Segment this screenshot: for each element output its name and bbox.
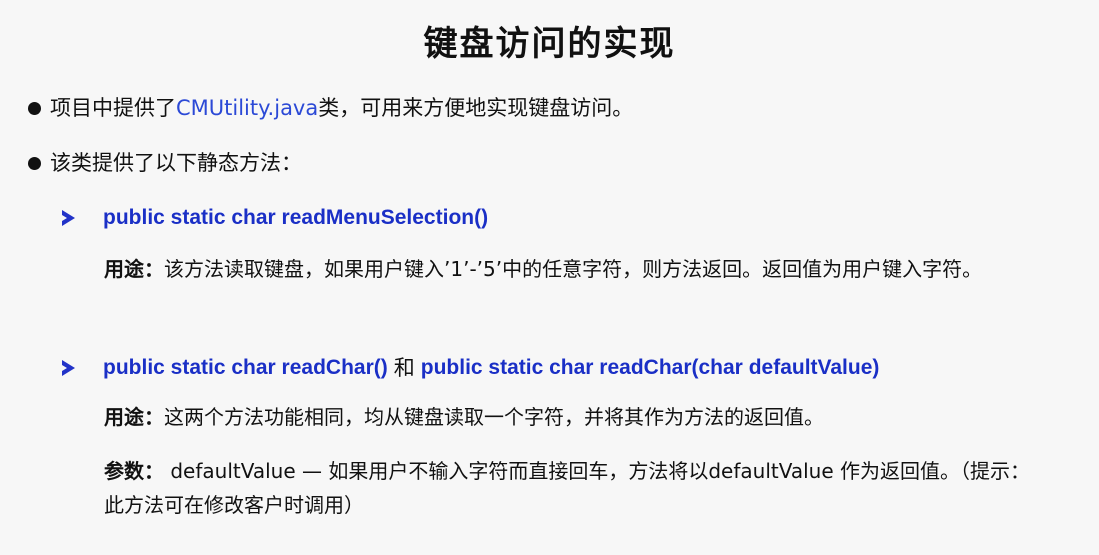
- param-text: defaultValue — 如果用户不输入字符而直接回车，方法将以defaul…: [104, 459, 1031, 517]
- method-signature-a: public static char readChar(): [103, 356, 388, 379]
- bullet-static-methods: 该类提供了以下静态方法：: [28, 149, 302, 177]
- method-usage-paragraph-2: 用途：这两个方法功能相同，均从键盘读取一个字符，并将其作为方法的返回值。: [104, 400, 1044, 434]
- param-label: 参数：: [104, 459, 164, 483]
- method-read-menu-selection: public static char readMenuSelection(): [62, 204, 488, 232]
- usage-label: 用途：: [104, 257, 164, 281]
- usage-text: 该方法读取键盘，如果用户键入’1’-’5’中的任意字符，则方法返回。返回值为用户…: [164, 257, 983, 281]
- bullet-dot-icon: [28, 101, 41, 115]
- method-param-paragraph: 参数： defaultValue — 如果用户不输入字符而直接回车，方法将以de…: [104, 454, 1044, 522]
- method-usage-paragraph: 用途：该方法读取键盘，如果用户键入’1’-’5’中的任意字符，则方法返回。返回值…: [104, 252, 1044, 286]
- method-signature: public static char readMenuSelection(): [103, 206, 489, 229]
- usage-text: 这两个方法功能相同，均从键盘读取一个字符，并将其作为方法的返回值。: [164, 405, 824, 429]
- bullet-dot-icon: [28, 156, 41, 170]
- arrow-bullet-icon: [62, 210, 75, 226]
- slide: 键盘访问的实现 项目中提供了 CMUtility.java 类，可用来方便地实现…: [0, 0, 1099, 555]
- bullet-suffix-text: 类，可用来方便地实现键盘访问。: [318, 96, 634, 120]
- bullet-project-utility: 项目中提供了 CMUtility.java 类，可用来方便地实现键盘访问。: [28, 94, 633, 122]
- bullet-text: 该类提供了以下静态方法：: [50, 151, 302, 175]
- method-read-char: public static char readChar() 和 public s…: [62, 354, 879, 382]
- method-joiner: 和: [393, 356, 415, 380]
- usage-label: 用途：: [104, 405, 164, 429]
- bullet-prefix-text: 项目中提供了: [50, 96, 176, 120]
- utility-class-link: CMUtility.java: [176, 96, 319, 120]
- method-signature-b: public static char readChar(char default…: [420, 356, 880, 379]
- arrow-bullet-icon: [62, 360, 75, 376]
- slide-title: 键盘访问的实现: [423, 24, 676, 64]
